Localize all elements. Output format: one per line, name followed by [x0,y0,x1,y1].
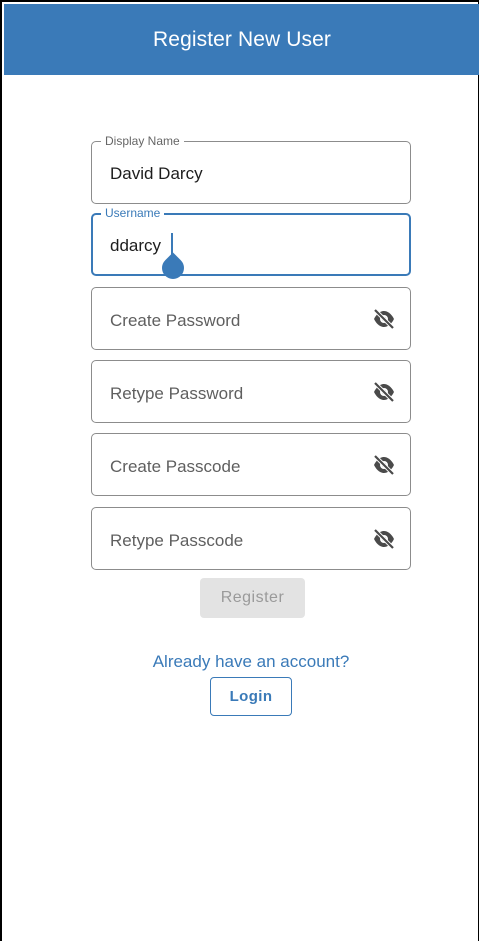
create-passcode-field[interactable]: Create Passcode [91,433,411,496]
display-name-value: David Darcy [110,164,203,183]
username-value: ddarcy [110,236,162,255]
create-password-placeholder: Create Password [110,311,241,330]
create-passcode-placeholder: Create Passcode [110,457,241,476]
account-prompt-link[interactable]: Already have an account? [2,652,479,672]
retype-password-field[interactable]: Retype Password [91,360,411,423]
register-button[interactable]: Register [200,578,305,618]
create-password-field[interactable]: Create Password [91,287,411,350]
page-title: Register New User [153,27,331,51]
eye-off-icon[interactable] [372,381,396,403]
display-name-label: Display Name [101,134,184,148]
app-bar: Register New User [4,4,479,75]
retype-password-placeholder: Retype Password [110,384,244,403]
username-field[interactable]: Username ddarcy [91,206,411,284]
cursor-handle[interactable] [157,252,189,284]
screen-frame: Register New User Display Name David Dar… [0,0,479,941]
retype-passcode-field[interactable]: Retype Passcode [91,507,411,570]
eye-off-icon[interactable] [372,528,396,550]
eye-off-icon[interactable] [372,454,396,476]
display-name-field[interactable]: Display Name David Darcy [91,134,411,204]
username-label: Username [101,206,165,220]
eye-off-icon[interactable] [372,308,396,330]
retype-passcode-placeholder: Retype Passcode [110,531,244,550]
login-button[interactable]: Login [210,677,292,716]
